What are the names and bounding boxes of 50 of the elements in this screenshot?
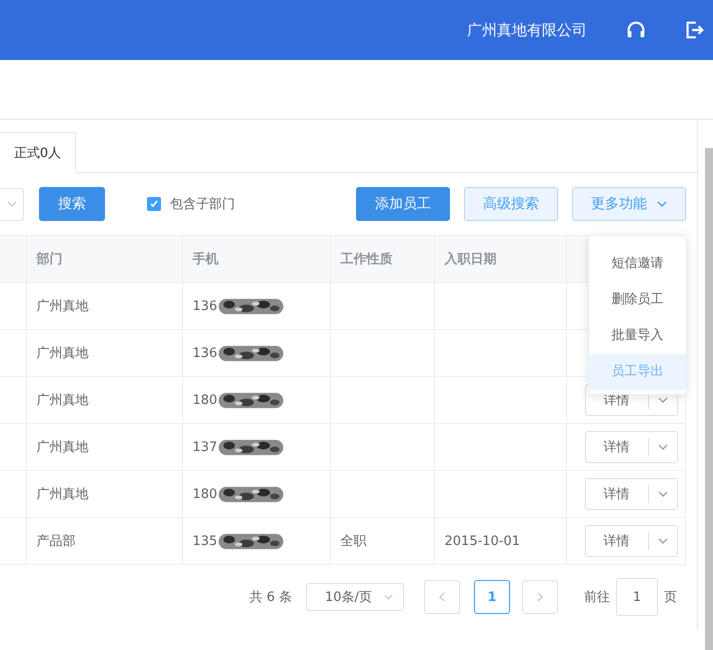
total-count: 共 6 条 (249, 589, 292, 606)
chevron-down-icon (658, 538, 668, 544)
company-name: 广州真地有限公司 (467, 20, 587, 40)
search-button[interactable]: 搜索 (39, 187, 105, 221)
phone-cell: 136 (192, 346, 218, 360)
chevron-left-icon (439, 592, 445, 602)
caret-icon (657, 201, 667, 207)
department-cell: 广州真地 (36, 299, 88, 314)
department-cell: 广州真地 (36, 346, 88, 361)
phone-cell: 180 (192, 392, 218, 408)
chevron-down-icon (6, 201, 16, 207)
department-cell: 广州真地 (36, 440, 88, 455)
redaction-mark (217, 532, 286, 550)
phone-cell: 137 (192, 440, 218, 454)
redaction-mark (217, 438, 286, 456)
redaction-mark (217, 484, 286, 504)
chevron-right-icon (537, 592, 543, 602)
page-size-select[interactable]: 10条/页 (306, 583, 404, 611)
goto-label: 前往 (584, 589, 610, 606)
column-header: 工作性质 (340, 252, 392, 267)
checkbox-label[interactable]: 包含子部门 (170, 195, 235, 213)
column-header: 手机 (192, 252, 218, 267)
chevron-down-icon (658, 397, 668, 403)
department-cell: 广州真地 (36, 393, 88, 408)
checkmark-icon (149, 199, 159, 209)
phone-cell: 136 (192, 298, 218, 314)
checkbox[interactable] (147, 197, 161, 211)
tab[interactable]: 正式0人 (0, 132, 76, 173)
employment-type-cell: 全职 (340, 534, 366, 549)
department-cell: 产品部 (36, 534, 76, 549)
scrollbar[interactable] (705, 148, 713, 650)
goto-page-field[interactable]: 1 (616, 578, 658, 616)
redaction-mark (217, 296, 286, 316)
page-unit-label: 页 (664, 589, 677, 606)
phone-cell: 135 (192, 534, 218, 548)
department-cell: 广州真地 (36, 487, 88, 502)
menu-item[interactable]: 批量导入 (589, 318, 686, 354)
column-header: 入职日期 (444, 252, 496, 267)
chevron-down-icon (384, 594, 393, 600)
redaction-mark (217, 344, 286, 362)
column-header: 部门 (36, 252, 62, 267)
add-employee-button[interactable]: 添加员工 (356, 187, 450, 221)
redaction-mark (217, 390, 286, 410)
previous-page-button[interactable] (424, 580, 460, 614)
chevron-down-icon (658, 444, 668, 450)
select-field[interactable] (0, 188, 24, 220)
phone-cell: 180 (192, 486, 218, 502)
chevron-down-icon (658, 491, 668, 497)
hire-date-cell: 2015-10-01 (444, 534, 520, 548)
next-page-button[interactable] (522, 580, 558, 614)
